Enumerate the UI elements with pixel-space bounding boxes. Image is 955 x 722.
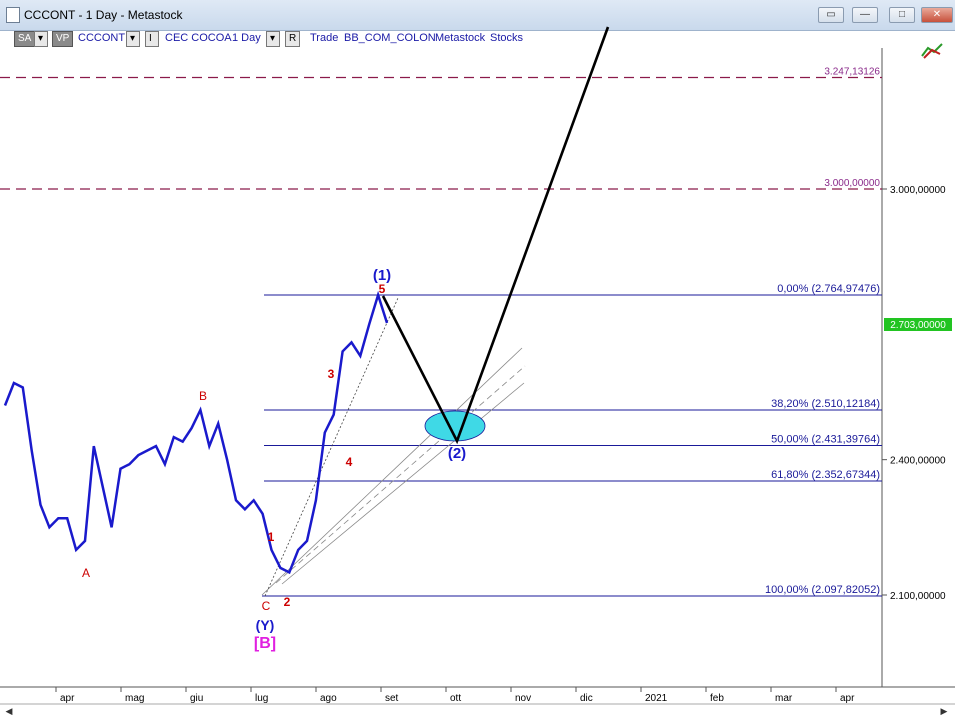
x-axis-label-0: apr xyxy=(60,693,75,704)
scroll-left-icon[interactable]: ◀ xyxy=(3,705,15,717)
scroll-right-icon[interactable]: ▶ xyxy=(938,705,950,717)
wave-label-a: A xyxy=(82,566,90,580)
wave-projection-line xyxy=(381,26,610,445)
wave-label-b: B xyxy=(199,389,207,403)
x-axis-label-8: dic xyxy=(580,693,593,704)
x-axis-label-6: ott xyxy=(450,693,461,704)
x-axis-label-1: mag xyxy=(125,693,144,704)
x-axis-label-9: 2021 xyxy=(645,693,668,704)
fib-label-0: 0,00% (2.764,97476) xyxy=(777,283,880,295)
wave-label-4: 4 xyxy=(346,455,353,469)
x-axis-label-7: nov xyxy=(515,693,531,704)
wave-label-5: 5 xyxy=(379,282,386,296)
wave-label-y: (Y) xyxy=(256,617,275,633)
price-chart[interactable]: 3.000,00000 2.400,00000 2.100,00000 3.247,… xyxy=(0,0,955,722)
target-label-0: 3.247,13126 xyxy=(824,67,880,78)
x-axis-label-3: lug xyxy=(255,693,268,704)
fib-label-1: 38,20% (2.510,12184) xyxy=(771,398,880,410)
wave-label-primary-2: (2) xyxy=(448,445,466,462)
wave-label-3: 3 xyxy=(328,367,335,381)
x-axis-label-4: ago xyxy=(320,693,337,704)
wave-label-c: C xyxy=(262,599,271,613)
y-axis-label-1: 2.400,00000 xyxy=(890,456,946,467)
wave-label-1: 1 xyxy=(268,530,275,544)
last-price-label: 2.703,00000 xyxy=(890,320,946,331)
target-label-1: 3.000,00000 xyxy=(824,178,880,189)
fib-label-4: 100,00% (2.097,82052) xyxy=(765,584,880,596)
wave-label-big-b: [B] xyxy=(254,635,276,652)
y-axis-label-0: 3.000,00000 xyxy=(890,185,946,196)
fib-label-2: 50,00% (2.431,39764) xyxy=(771,434,880,446)
fib-label-3: 61,80% (2.352,67344) xyxy=(771,469,880,481)
x-axis-label-11: mar xyxy=(775,693,793,704)
trend-channel xyxy=(261,297,526,597)
y-axis-label-2: 2.100,00000 xyxy=(890,591,946,602)
x-axis-label-10: feb xyxy=(710,693,724,704)
x-axis-label-12: apr xyxy=(840,693,855,704)
x-axis-label-5: set xyxy=(385,693,399,704)
x-axis-label-2: giu xyxy=(190,693,203,704)
wave-label-primary-1: (1) xyxy=(373,267,391,284)
wave-label-2: 2 xyxy=(284,595,291,609)
